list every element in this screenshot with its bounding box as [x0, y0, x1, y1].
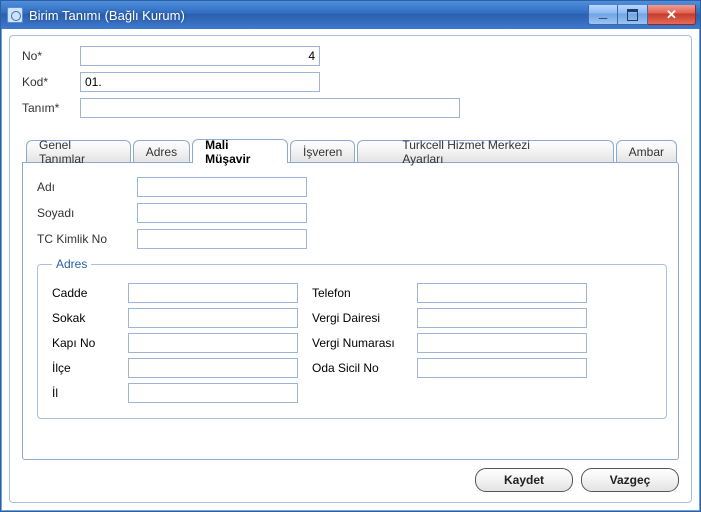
cancel-button[interactable]: Vazgeç	[581, 468, 679, 492]
tckimlik-label: TC Kimlik No	[37, 232, 137, 246]
tab-mali-musavir[interactable]: Mali Müşavir	[192, 139, 288, 163]
minimize-icon: ─	[599, 12, 608, 24]
maximize-icon	[627, 9, 638, 21]
tab-ambar[interactable]: Ambar	[616, 140, 677, 162]
adi-input[interactable]	[137, 177, 307, 197]
no-input[interactable]	[80, 46, 320, 66]
tab-genel-tanimlar[interactable]: Genel Tanımlar	[26, 140, 131, 162]
tab-page-mali-musavir: Adı Soyadı TC Kimlik No Adres	[22, 162, 679, 460]
app-icon	[7, 7, 23, 23]
il-label: İl	[52, 386, 128, 400]
adres-legend: Adres	[52, 257, 91, 271]
tckimlik-input[interactable]	[137, 229, 307, 249]
telefon-label: Telefon	[312, 286, 417, 300]
tab-strip: Genel Tanımlar Adres Mali Müşavir İşvere…	[22, 140, 679, 162]
vno-label: Vergi Numarası	[312, 336, 417, 350]
kapino-input[interactable]	[128, 333, 298, 353]
close-icon: ✕	[666, 8, 677, 21]
odasicil-input[interactable]	[417, 358, 587, 378]
ilce-input[interactable]	[128, 358, 298, 378]
header-fields: No* Kod* Tanım*	[22, 46, 679, 124]
tab-turkcell-hizmet-merkezi[interactable]: Turkcell Hizmet Merkezi Ayarları	[357, 140, 613, 162]
odasicil-label: Oda Sicil No	[312, 361, 417, 375]
kod-label: Kod*	[22, 75, 80, 89]
close-button[interactable]: ✕	[648, 5, 696, 25]
vdaire-input[interactable]	[417, 308, 587, 328]
minimize-button[interactable]: ─	[588, 5, 618, 25]
cadde-input[interactable]	[128, 283, 298, 303]
soyadi-input[interactable]	[137, 203, 307, 223]
window-frame: Birim Tanımı (Bağlı Kurum) ─ ✕ No* Kod* …	[0, 0, 701, 512]
titlebar[interactable]: Birim Tanımı (Bağlı Kurum) ─ ✕	[1, 1, 700, 29]
kod-input[interactable]	[80, 72, 320, 92]
telefon-input[interactable]	[417, 283, 587, 303]
maximize-button[interactable]	[618, 5, 648, 25]
kapino-label: Kapı No	[52, 336, 128, 350]
tanim-input[interactable]	[80, 98, 460, 118]
window-title: Birim Tanımı (Bağlı Kurum)	[29, 8, 185, 23]
no-label: No*	[22, 49, 80, 63]
il-input[interactable]	[128, 383, 298, 403]
vdaire-label: Vergi Dairesi	[312, 311, 417, 325]
vno-input[interactable]	[417, 333, 587, 353]
sokak-input[interactable]	[128, 308, 298, 328]
save-button[interactable]: Kaydet	[475, 468, 573, 492]
tanim-label: Tanım*	[22, 101, 80, 115]
tab-adres[interactable]: Adres	[133, 140, 190, 162]
tab-isveren[interactable]: İşveren	[290, 140, 355, 162]
soyadi-label: Soyadı	[37, 206, 137, 220]
adres-groupbox: Adres Cadde Sokak Kapı No İlçe İl Telefo…	[37, 257, 667, 419]
sokak-label: Sokak	[52, 311, 128, 325]
cadde-label: Cadde	[52, 286, 128, 300]
adi-label: Adı	[37, 180, 137, 194]
ilce-label: İlçe	[52, 361, 128, 375]
